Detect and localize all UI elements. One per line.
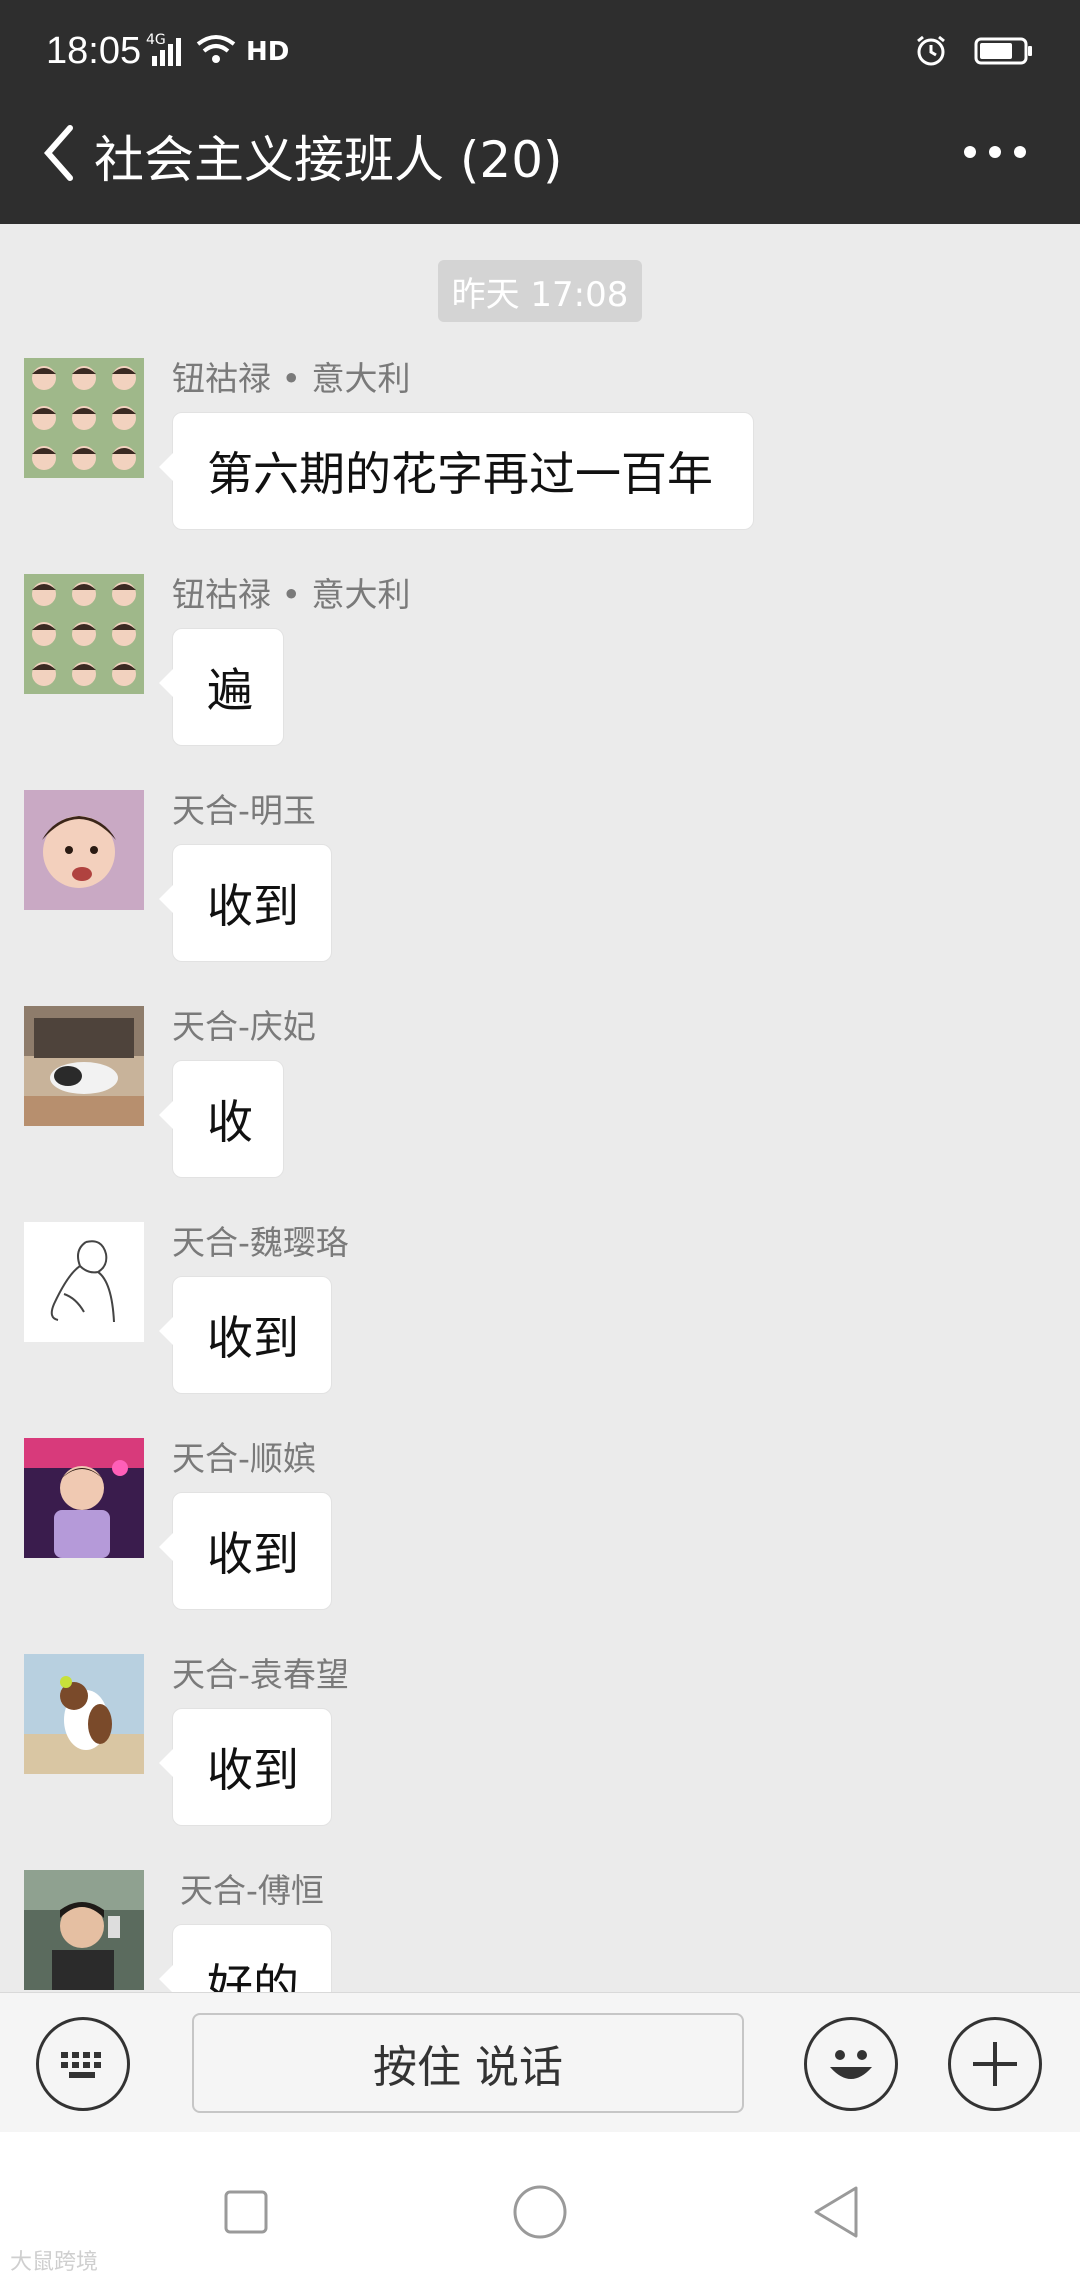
message-bubble[interactable]: 收	[159, 1060, 284, 1178]
sender-name: 天合-庆妃	[172, 1007, 316, 1046]
more-button[interactable]	[960, 132, 1030, 172]
cat-photo-avatar[interactable]	[24, 1006, 144, 1126]
hold-to-talk-button[interactable]: 按住 说话	[192, 2013, 744, 2113]
sender-name: 天合-傅恒	[180, 1871, 324, 1910]
sketch-avatar[interactable]	[24, 1222, 144, 1342]
sender-name: 钮祜禄 • 意大利	[172, 359, 411, 398]
child-purple-avatar[interactable]	[24, 1438, 144, 1558]
sender-name: 天合-魏璎珞	[172, 1223, 349, 1262]
message-bubble[interactable]: 收到	[159, 1708, 332, 1826]
message-bubble[interactable]: 遍	[159, 628, 284, 746]
sender-name: 天合-顺嫔	[172, 1439, 316, 1478]
chevron-left-icon	[44, 125, 73, 181]
recent-apps-button[interactable]	[206, 2172, 286, 2252]
chat-area[interactable]: 昨天 17:08 钮祜禄 • 意大利 第六期的花字再过一百年 钮祜禄 • 意大利…	[0, 224, 1080, 1992]
input-bar: 按住 说话	[0, 1992, 1080, 2133]
message-bubble[interactable]: 第六期的花字再过一百年	[159, 412, 754, 530]
child-photo-avatar[interactable]	[24, 790, 144, 910]
sender-name: 天合-袁春望	[172, 1655, 349, 1694]
message-bubble[interactable]: 收到	[159, 1492, 332, 1610]
recent-apps-icon	[224, 2190, 268, 2234]
grid-photos-avatar[interactable]	[24, 574, 144, 694]
emoji-icon	[830, 2050, 872, 2079]
message-bubble[interactable]: 好的	[159, 1924, 332, 1992]
grid-photos-avatar[interactable]	[24, 358, 144, 478]
status-icons-right	[914, 34, 1034, 72]
system-nav-bar	[0, 2132, 1080, 2280]
sender-name: 天合-明玉	[172, 791, 316, 830]
back-nav-button[interactable]	[796, 2172, 876, 2252]
hd-label: HD	[246, 37, 290, 67]
dog-photo-avatar[interactable]	[24, 1654, 144, 1774]
keyboard-button[interactable]	[36, 2017, 130, 2111]
status-icons-left: 4G HD	[146, 32, 290, 70]
status-time: 18:05	[46, 30, 142, 72]
back-button[interactable]	[38, 118, 84, 188]
plus-button[interactable]	[948, 2017, 1042, 2111]
man-selfie-avatar[interactable]	[24, 1870, 144, 1990]
keyboard-icon	[61, 2052, 101, 2078]
chat-title: 社会主义接班人 (20)	[94, 131, 563, 189]
home-button[interactable]	[500, 2172, 580, 2252]
message-bubble[interactable]: 收到	[159, 1276, 332, 1394]
network-label: 4G	[146, 32, 166, 48]
watermark: 大鼠跨境	[10, 2250, 99, 2275]
signal-icon: 4G	[146, 32, 186, 68]
plus-icon	[973, 2042, 1017, 2086]
home-icon	[513, 2185, 567, 2239]
timestamp-chip: 昨天 17:08	[438, 260, 642, 322]
alarm-icon	[914, 34, 948, 72]
battery-icon	[974, 36, 1034, 70]
back-triangle-icon	[814, 2186, 858, 2238]
wifi-icon	[196, 34, 236, 70]
message-bubble[interactable]: 收到	[159, 844, 332, 962]
more-dots-icon	[964, 146, 1026, 158]
top-bar: 18:05 4G HD 社会主义接班人 (20)	[0, 0, 1080, 224]
emoji-button[interactable]	[804, 2017, 898, 2111]
sender-name: 钮祜禄 • 意大利	[172, 575, 411, 614]
